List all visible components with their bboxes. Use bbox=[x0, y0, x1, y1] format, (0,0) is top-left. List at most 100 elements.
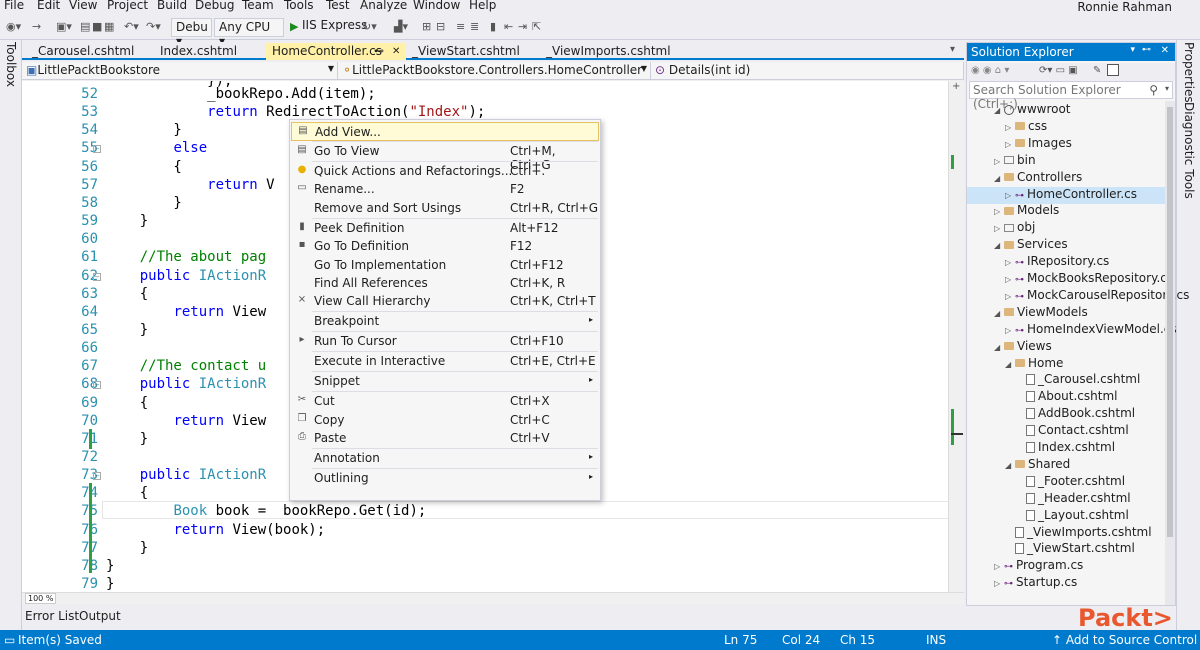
split-icon[interactable]: + bbox=[952, 81, 960, 92]
tree-item[interactable]: ◢ ViewModels bbox=[967, 305, 1165, 322]
pin-icon[interactable]: ⊷ bbox=[374, 46, 384, 57]
editor-vertical-scrollbar[interactable]: + bbox=[948, 81, 964, 592]
tab-overflow-icon[interactable]: ▾ bbox=[950, 44, 955, 55]
menu-item-snippet[interactable]: Snippet ▸ bbox=[291, 372, 599, 391]
zoom-level[interactable]: 100 % bbox=[25, 593, 57, 604]
collapsed-arrow-icon[interactable]: ▷ bbox=[994, 207, 1004, 216]
menu-edit[interactable]: Edit bbox=[37, 0, 60, 12]
menu-file[interactable]: File bbox=[4, 0, 24, 12]
member-dropdown[interactable]: ⊙ Details(int id) bbox=[651, 62, 964, 79]
tab-index-cshtml[interactable]: Index.cshtml bbox=[154, 43, 266, 60]
toolbar-icon-d[interactable]: ≣ bbox=[470, 20, 479, 33]
tree-item[interactable]: ▷ Images bbox=[967, 136, 1165, 153]
collapsed-arrow-icon[interactable]: ▷ bbox=[994, 579, 1004, 588]
redo-icon[interactable]: ↷▾ bbox=[146, 20, 161, 33]
expanded-arrow-icon[interactable]: ◢ bbox=[994, 174, 1004, 183]
menu-item-run-to-cursor[interactable]: ▸ Run To Cursor Ctrl+F10 bbox=[291, 332, 599, 351]
pin-icon[interactable]: ⊷ bbox=[1142, 45, 1151, 55]
collapsed-arrow-icon[interactable]: ▷ bbox=[1005, 140, 1015, 149]
menu-build[interactable]: Build bbox=[157, 0, 187, 12]
tree-item[interactable]: _Carousel.cshtml bbox=[967, 372, 1165, 389]
tab-output[interactable]: Output bbox=[79, 609, 121, 623]
collapse-icon[interactable]: − bbox=[93, 145, 101, 154]
tree-item[interactable]: ◢ Controllers bbox=[967, 170, 1165, 187]
collapsed-arrow-icon[interactable]: ▷ bbox=[994, 157, 1004, 166]
tree-item[interactable]: AddBook.cshtml bbox=[967, 406, 1165, 423]
tree-item[interactable]: ▷ Models bbox=[967, 203, 1165, 220]
tab-viewimports-cshtml[interactable]: _ViewImports.cshtml bbox=[540, 43, 690, 60]
add-to-source-control-button[interactable]: ↑ Add to Source Control ▴ bbox=[1052, 633, 1200, 650]
menu-item-quick-actions-and-refactorings[interactable]: ● Quick Actions and Refactorings... Ctrl+. bbox=[291, 162, 599, 181]
menu-item-add-view[interactable]: ▤ Add View... bbox=[291, 122, 599, 141]
undo-icon[interactable]: ↶▾ bbox=[124, 20, 139, 33]
tree-item[interactable]: ▷ ⊶ MockCarouselRepository.cs bbox=[967, 288, 1189, 305]
tab-viewstart-cshtml[interactable]: _ViewStart.cshtml bbox=[406, 43, 540, 60]
save-all-icon[interactable]: ▦ bbox=[104, 20, 114, 33]
run-icon[interactable]: ▶ bbox=[290, 20, 298, 33]
collapsed-arrow-icon[interactable]: ▷ bbox=[1005, 326, 1015, 335]
menu-item-view-call-hierarchy[interactable]: ⨯ View Call Hierarchy Ctrl+K, Ctrl+T bbox=[291, 292, 599, 311]
tree-item[interactable]: _ViewImports.cshtml bbox=[967, 525, 1165, 542]
tree-item[interactable]: _ViewStart.cshtml bbox=[967, 541, 1165, 558]
menu-item-peek-definition[interactable]: ▮ Peek Definition Alt+F12 bbox=[291, 219, 599, 238]
menu-item-cut[interactable]: ✂ Cut Ctrl+X bbox=[291, 392, 599, 411]
tree-item[interactable]: ◢ wwwroot bbox=[967, 102, 1165, 119]
dropdown-icon[interactable]: ▾ bbox=[1130, 45, 1135, 55]
toolbar-icon-f[interactable]: ⇥ bbox=[518, 20, 527, 33]
preview-icon[interactable] bbox=[1107, 64, 1119, 76]
expanded-arrow-icon[interactable]: ◢ bbox=[994, 106, 1004, 115]
menu-item-find-all-references[interactable]: Find All References Ctrl+K, R bbox=[291, 274, 599, 293]
menu-item-annotation[interactable]: Annotation ▸ bbox=[291, 449, 599, 468]
menu-view[interactable]: View bbox=[69, 0, 97, 12]
back-icon[interactable]: ◉▾ bbox=[6, 20, 21, 33]
menu-item-rename[interactable]: ▭ Rename... F2 bbox=[291, 180, 599, 199]
solution-search-input[interactable]: Search Solution Explorer (Ctrl+;) ⚲ ▾ bbox=[969, 81, 1173, 111]
save-icon[interactable]: ■ bbox=[92, 20, 102, 33]
close-icon[interactable]: ✕ bbox=[1161, 45, 1169, 56]
tree-item[interactable]: ▷ ⊶ HomeController.cs bbox=[967, 186, 1165, 204]
class-dropdown[interactable]: ⚬LittlePacktBookstore.Controllers.HomeCo… bbox=[338, 62, 651, 79]
tree-item[interactable]: ▷ bin bbox=[967, 153, 1165, 170]
solution-scrollbar[interactable] bbox=[1165, 101, 1175, 605]
tree-item[interactable]: ▷ ⊶ HomeIndexViewModel.cs bbox=[967, 322, 1177, 339]
menu-help[interactable]: Help bbox=[469, 0, 496, 12]
collapse-icon[interactable]: − bbox=[93, 381, 101, 390]
chevron-down-icon[interactable]: ▾ bbox=[1165, 84, 1169, 93]
sync-icon[interactable]: ⟳▾ ▭ ▣ bbox=[1039, 65, 1078, 76]
tree-item[interactable]: ◢ Shared bbox=[967, 457, 1165, 474]
toolbar-icon-b[interactable]: ⊟ bbox=[436, 20, 445, 33]
toolbox-tab[interactable]: Toolbox bbox=[4, 42, 18, 87]
collapse-icon[interactable]: − bbox=[93, 272, 101, 281]
tree-item[interactable]: ◢ Services bbox=[967, 237, 1165, 254]
menu-item-execute-in-interactive[interactable]: Execute in Interactive Ctrl+E, Ctrl+E bbox=[291, 352, 599, 371]
tree-item[interactable]: ▷ ⊶ Program.cs bbox=[967, 558, 1165, 575]
collapsed-arrow-icon[interactable]: ▷ bbox=[1005, 292, 1015, 301]
menu-item-go-to-definition[interactable]: ▪ Go To Definition F12 bbox=[291, 237, 599, 256]
tree-item[interactable]: _Layout.cshtml bbox=[967, 508, 1165, 525]
expanded-arrow-icon[interactable]: ◢ bbox=[1005, 360, 1015, 369]
collapse-icon[interactable]: − bbox=[93, 472, 101, 481]
tree-item[interactable]: ▷ ⊶ Startup.cs bbox=[967, 575, 1165, 592]
expanded-arrow-icon[interactable]: ◢ bbox=[994, 309, 1004, 318]
tab-carousel-cshtml[interactable]: _Carousel.cshtml bbox=[26, 43, 156, 60]
expanded-arrow-icon[interactable]: ◢ bbox=[994, 343, 1004, 352]
close-icon[interactable]: ✕ bbox=[392, 46, 400, 57]
menu-debug[interactable]: Debug bbox=[195, 0, 234, 12]
tree-item[interactable]: ▷ obj bbox=[967, 220, 1165, 237]
expanded-arrow-icon[interactable]: ◢ bbox=[1005, 461, 1015, 470]
tree-item[interactable]: _Footer.cshtml bbox=[967, 474, 1165, 491]
menu-item-paste[interactable]: ⎙ Paste Ctrl+V bbox=[291, 429, 599, 448]
collapsed-arrow-icon[interactable]: ▷ bbox=[994, 224, 1004, 233]
menu-item-outlining[interactable]: Outlining ▸ bbox=[291, 469, 599, 488]
bookmark-icon[interactable]: ▮ bbox=[490, 20, 496, 33]
open-icon[interactable]: ▤ bbox=[80, 20, 90, 33]
menu-analyze[interactable]: Analyze bbox=[360, 0, 407, 12]
tree-item[interactable]: _Header.cshtml bbox=[967, 491, 1165, 508]
properties-tab[interactable]: Properties bbox=[1182, 42, 1196, 103]
collapsed-arrow-icon[interactable]: ▷ bbox=[1005, 123, 1015, 132]
tree-item[interactable]: Index.cshtml bbox=[967, 440, 1165, 457]
collapsed-arrow-icon[interactable]: ▷ bbox=[1005, 258, 1015, 267]
browser-link-icon[interactable]: ▟▾ bbox=[394, 20, 408, 33]
properties-wrench-icon[interactable]: ✎ bbox=[1093, 65, 1101, 76]
tree-item[interactable]: ▷ ⊶ IRepository.cs bbox=[967, 254, 1165, 271]
